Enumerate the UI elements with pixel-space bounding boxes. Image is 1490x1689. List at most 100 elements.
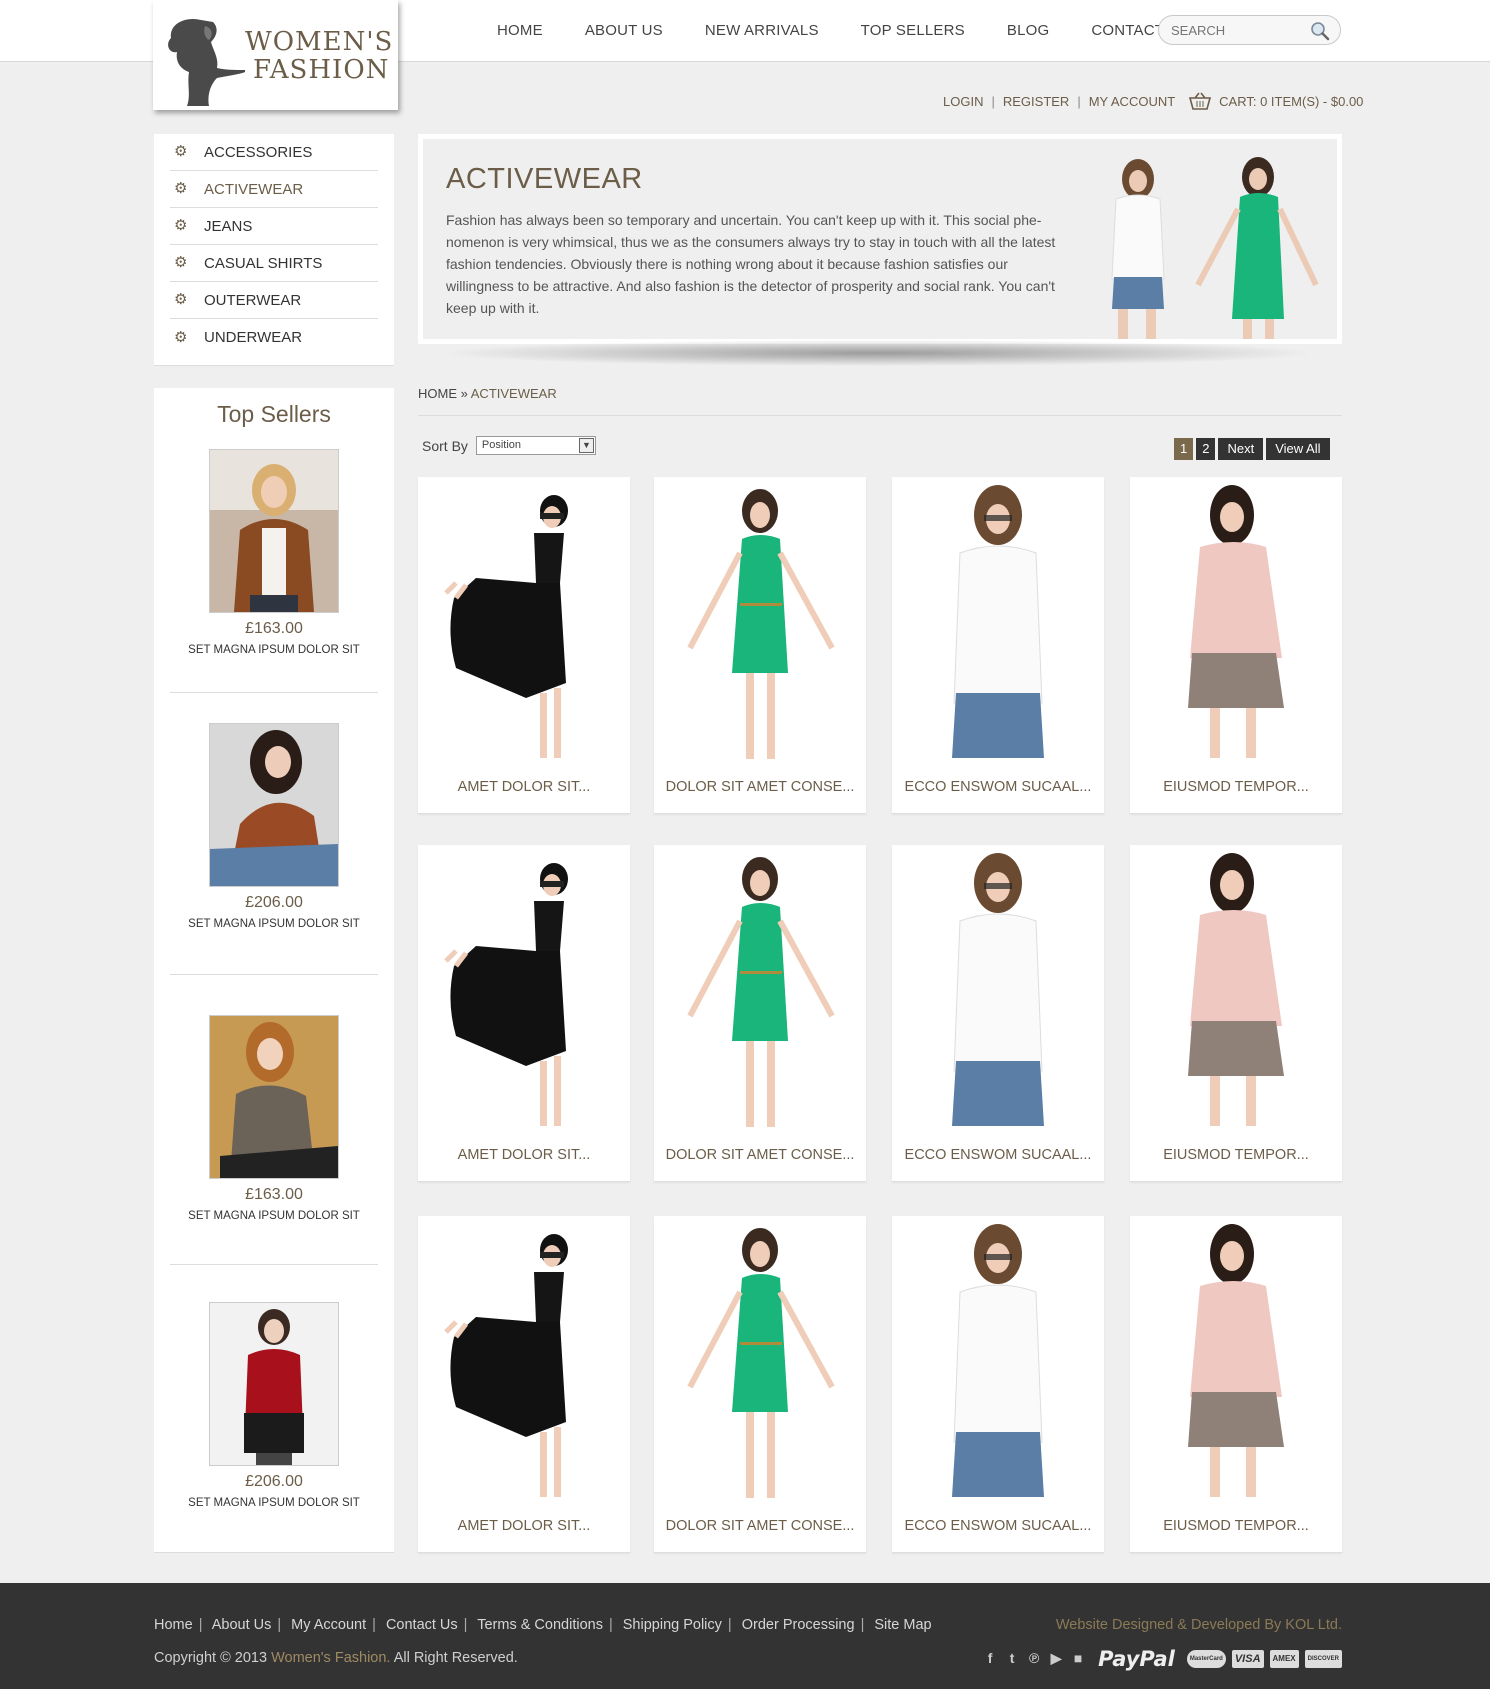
top-seller-item[interactable]: £163.00 SET MAGNA IPSUM DOLOR SIT — [154, 449, 394, 656]
product-image[interactable] — [672, 1222, 848, 1502]
login-link[interactable]: LOGIN — [943, 94, 983, 109]
product-photo[interactable] — [209, 1015, 339, 1179]
page-2-button[interactable]: 2 — [1196, 438, 1216, 460]
top-seller-item[interactable]: £206.00 SET MAGNA IPSUM DOLOR SIT — [154, 723, 394, 930]
footer-link-my-account[interactable]: My Account — [291, 1617, 366, 1633]
product-card[interactable]: EIUSMOD TEMPOR... — [1130, 1216, 1342, 1553]
product-card[interactable]: AMET DOLOR SIT... — [418, 1216, 630, 1553]
product-image[interactable] — [436, 483, 612, 763]
product-card[interactable]: DOLOR SIT AMET CONSE... — [654, 1216, 866, 1553]
category-label: ACCESSORIES — [204, 143, 313, 161]
product-name[interactable]: AMET DOLOR SIT... — [418, 1147, 630, 1163]
product-name[interactable]: DOLOR SIT AMET CONSE... — [654, 779, 866, 795]
footer-link-about-us[interactable]: About Us — [212, 1617, 272, 1633]
top-seller-item[interactable]: £163.00 SET MAGNA IPSUM DOLOR SIT — [154, 1015, 394, 1222]
category-accessories[interactable]: ⚙ ACCESSORIES — [170, 134, 378, 171]
site-logo[interactable]: WOMEN'S FASHION — [153, 0, 398, 110]
nav-home[interactable]: HOME — [497, 22, 543, 39]
footer-link-home[interactable]: Home — [154, 1617, 193, 1633]
divider: | — [372, 1617, 376, 1633]
next-page-button[interactable]: Next — [1218, 438, 1264, 460]
product-name[interactable]: SET MAGNA IPSUM DOLOR SIT — [154, 1210, 394, 1222]
designer-credit-link[interactable]: Website Designed & Developed By KOL Ltd. — [1056, 1617, 1342, 1633]
product-card[interactable]: EIUSMOD TEMPOR... — [1130, 477, 1342, 814]
product-name[interactable]: AMET DOLOR SIT... — [418, 779, 630, 795]
page-1-button[interactable]: 1 — [1174, 438, 1194, 460]
product-card[interactable]: EIUSMOD TEMPOR... — [1130, 845, 1342, 1182]
footer-link-shipping-policy[interactable]: Shipping Policy — [623, 1617, 722, 1633]
product-image[interactable] — [1148, 483, 1324, 763]
product-card[interactable]: ECCO ENSWOM SUCAAL... — [892, 1216, 1104, 1553]
view-all-button[interactable]: View All — [1266, 438, 1330, 460]
product-name[interactable]: ECCO ENSWOM SUCAAL... — [892, 779, 1104, 795]
nav-blog[interactable]: BLOG — [1007, 22, 1049, 39]
footer-link-site-map[interactable]: Site Map — [874, 1617, 931, 1633]
my-account-link[interactable]: MY ACCOUNT — [1089, 94, 1175, 109]
category-underwear[interactable]: ⚙ UNDERWEAR — [170, 319, 378, 356]
product-photo[interactable] — [209, 449, 339, 613]
product-name[interactable]: ECCO ENSWOM SUCAAL... — [892, 1518, 1104, 1534]
product-name[interactable]: SET MAGNA IPSUM DOLOR SIT — [154, 1497, 394, 1509]
divider: | — [463, 1617, 468, 1633]
footer-link-terms[interactable]: Terms & Conditions — [477, 1617, 603, 1633]
top-seller-item[interactable]: £206.00 SET MAGNA IPSUM DOLOR SIT — [154, 1302, 394, 1509]
pinterest-icon[interactable]: ℗ — [1026, 1650, 1042, 1668]
payment-and-social: f t ℗ ▶ ■ PayPal MasterCard VISA AMEX DI… — [982, 1647, 1342, 1671]
product-name[interactable]: EIUSMOD TEMPOR... — [1130, 1518, 1342, 1534]
product-name[interactable]: SET MAGNA IPSUM DOLOR SIT — [154, 644, 394, 656]
sort-select[interactable]: Position ▼ — [475, 436, 596, 455]
chevron-down-icon[interactable]: ▼ — [578, 438, 594, 453]
product-image[interactable] — [672, 483, 848, 763]
product-image[interactable] — [1148, 851, 1324, 1131]
category-jeans[interactable]: ⚙ JEANS — [170, 208, 378, 245]
visa-icon: VISA — [1231, 1650, 1264, 1668]
cart-link[interactable]: CART: 0 ITEM(S) - $0.00 — [1219, 94, 1363, 109]
product-name[interactable]: AMET DOLOR SIT... — [418, 1518, 630, 1534]
product-name[interactable]: SET MAGNA IPSUM DOLOR SIT — [154, 918, 394, 930]
search-icon[interactable] — [1310, 21, 1330, 41]
search-input[interactable] — [1159, 16, 1299, 44]
gear-icon: ⚙ — [174, 143, 188, 160]
product-image[interactable] — [910, 483, 1086, 763]
product-name[interactable]: EIUSMOD TEMPOR... — [1130, 779, 1342, 795]
nav-top-sellers[interactable]: TOP SELLERS — [861, 22, 965, 39]
breadcrumb-home[interactable]: HOME — [418, 386, 457, 401]
facebook-icon[interactable]: f — [982, 1650, 998, 1668]
twitter-icon[interactable]: t — [1004, 1650, 1020, 1668]
product-image[interactable] — [1148, 1222, 1324, 1502]
product-card[interactable]: DOLOR SIT AMET CONSE... — [654, 845, 866, 1182]
banner-models-image — [1111, 157, 1319, 339]
paypal-logo: PayPal — [1098, 1647, 1175, 1671]
basket-icon[interactable] — [1189, 92, 1212, 110]
product-image[interactable] — [910, 851, 1086, 1131]
gear-icon: ⚙ — [174, 217, 188, 234]
product-name[interactable]: EIUSMOD TEMPOR... — [1130, 1147, 1342, 1163]
product-name[interactable]: DOLOR SIT AMET CONSE... — [654, 1518, 866, 1534]
product-card[interactable]: DOLOR SIT AMET CONSE... — [654, 477, 866, 814]
product-image[interactable] — [436, 851, 612, 1131]
category-activewear[interactable]: ⚙ ACTIVEWEAR — [170, 171, 378, 208]
nav-new-arrivals[interactable]: NEW ARRIVALS — [705, 22, 819, 39]
register-link[interactable]: REGISTER — [1003, 94, 1069, 109]
category-outerwear[interactable]: ⚙ OUTERWEAR — [170, 282, 378, 319]
product-card[interactable]: ECCO ENSWOM SUCAAL... — [892, 477, 1104, 814]
category-casual-shirts[interactable]: ⚙ CASUAL SHIRTS — [170, 245, 378, 282]
product-image[interactable] — [672, 851, 848, 1131]
footer-link-contact-us[interactable]: Contact Us — [386, 1617, 458, 1633]
product-photo[interactable] — [209, 1302, 339, 1466]
copyright-brand-link[interactable]: Women's Fashion. — [271, 1650, 390, 1666]
product-card[interactable]: ECCO ENSWOM SUCAAL... — [892, 845, 1104, 1182]
product-name[interactable]: DOLOR SIT AMET CONSE... — [654, 1147, 866, 1163]
nav-about-us[interactable]: ABOUT US — [585, 22, 663, 39]
product-photo[interactable] — [209, 723, 339, 887]
product-name[interactable]: ECCO ENSWOM SUCAAL... — [892, 1147, 1104, 1163]
product-image[interactable] — [436, 1222, 612, 1502]
youtube-icon[interactable]: ▶ — [1048, 1650, 1064, 1668]
blogger-icon[interactable]: ■ — [1070, 1650, 1086, 1668]
copyright-suffix: All Right Reserved. — [393, 1650, 518, 1666]
footer-link-order-processing[interactable]: Order Processing — [742, 1617, 855, 1633]
product-image[interactable] — [910, 1222, 1086, 1502]
product-card[interactable]: AMET DOLOR SIT... — [418, 845, 630, 1182]
product-card[interactable]: AMET DOLOR SIT... — [418, 477, 630, 814]
divider: | — [860, 1617, 865, 1633]
